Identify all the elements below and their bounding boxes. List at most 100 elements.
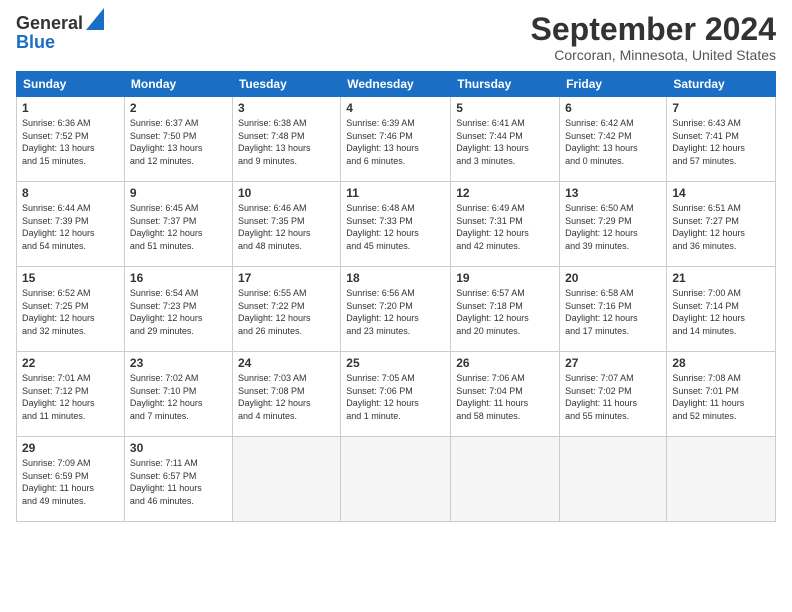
- calendar-cell: 30 Sunrise: 7:11 AM Sunset: 6:57 PM Dayli…: [124, 437, 232, 522]
- calendar-cell: 8Sunrise: 6:44 AM Sunset: 7:39 PM Daylig…: [17, 182, 125, 267]
- day-detail: Sunrise: 6:42 AM Sunset: 7:42 PM Dayligh…: [565, 117, 661, 167]
- day-detail: Sunrise: 6:49 AM Sunset: 7:31 PM Dayligh…: [456, 202, 554, 252]
- calendar-cell: 20 Sunrise: 6:58 AM Sunset: 7:16 PM Dayli…: [560, 267, 667, 352]
- col-saturday: Saturday: [667, 72, 776, 97]
- col-sunday: Sunday: [17, 72, 125, 97]
- day-detail: Sunrise: 6:50 AM Sunset: 7:29 PM Dayligh…: [565, 202, 661, 252]
- calendar-cell: 24 Sunrise: 7:03 AM Sunset: 7:08 PM Dayli…: [232, 352, 340, 437]
- day-detail: Sunrise: 7:01 AM Sunset: 7:12 PM Dayligh…: [22, 372, 119, 422]
- day-detail: Sunrise: 7:02 AM Sunset: 7:10 PM Dayligh…: [130, 372, 227, 422]
- calendar-cell: [451, 437, 560, 522]
- day-number: 30: [130, 441, 227, 455]
- calendar-cell: 7 Sunrise: 6:43 AM Sunset: 7:41 PM Daylig…: [667, 97, 776, 182]
- day-detail: Sunrise: 6:46 AM Sunset: 7:35 PM Dayligh…: [238, 202, 335, 252]
- day-number: 17: [238, 271, 335, 285]
- calendar-cell: 4Sunrise: 6:39 AM Sunset: 7:46 PM Daylig…: [341, 97, 451, 182]
- location: Corcoran, Minnesota, United States: [531, 47, 776, 63]
- logo-triangle-icon: [86, 8, 104, 30]
- calendar-header-row: Sunday Monday Tuesday Wednesday Thursday…: [17, 72, 776, 97]
- calendar-cell: 5 Sunrise: 6:41 AM Sunset: 7:44 PM Daylig…: [451, 97, 560, 182]
- day-detail: Sunrise: 6:57 AM Sunset: 7:18 PM Dayligh…: [456, 287, 554, 337]
- calendar-week-row-3: 15 Sunrise: 6:52 AM Sunset: 7:25 PM Dayli…: [17, 267, 776, 352]
- day-number: 20: [565, 271, 661, 285]
- day-detail: Sunrise: 7:11 AM Sunset: 6:57 PM Dayligh…: [130, 457, 227, 507]
- col-monday: Monday: [124, 72, 232, 97]
- day-detail: Sunrise: 6:37 AM Sunset: 7:50 PM Dayligh…: [130, 117, 227, 167]
- day-number: 12: [456, 186, 554, 200]
- col-friday: Friday: [560, 72, 667, 97]
- col-thursday: Thursday: [451, 72, 560, 97]
- day-detail: Sunrise: 7:07 AM Sunset: 7:02 PM Dayligh…: [565, 372, 661, 422]
- day-number: 24: [238, 356, 335, 370]
- logo-text-general: General: [16, 14, 83, 34]
- day-number: 1: [22, 101, 119, 115]
- day-detail: Sunrise: 7:03 AM Sunset: 7:08 PM Dayligh…: [238, 372, 335, 422]
- col-wednesday: Wednesday: [341, 72, 451, 97]
- calendar-week-row-2: 8Sunrise: 6:44 AM Sunset: 7:39 PM Daylig…: [17, 182, 776, 267]
- day-detail: Sunrise: 6:43 AM Sunset: 7:41 PM Dayligh…: [672, 117, 770, 167]
- day-detail: Sunrise: 6:36 AM Sunset: 7:52 PM Dayligh…: [22, 117, 119, 167]
- day-number: 19: [456, 271, 554, 285]
- calendar-cell: 21 Sunrise: 7:00 AM Sunset: 7:14 PM Dayli…: [667, 267, 776, 352]
- calendar-week-row-5: 29Sunrise: 7:09 AM Sunset: 6:59 PM Dayli…: [17, 437, 776, 522]
- day-detail: Sunrise: 6:45 AM Sunset: 7:37 PM Dayligh…: [130, 202, 227, 252]
- day-detail: Sunrise: 6:48 AM Sunset: 7:33 PM Dayligh…: [346, 202, 445, 252]
- day-detail: Sunrise: 6:52 AM Sunset: 7:25 PM Dayligh…: [22, 287, 119, 337]
- day-detail: Sunrise: 7:05 AM Sunset: 7:06 PM Dayligh…: [346, 372, 445, 422]
- calendar-cell: 14 Sunrise: 6:51 AM Sunset: 7:27 PM Dayli…: [667, 182, 776, 267]
- calendar-cell: [667, 437, 776, 522]
- month-title: September 2024: [531, 12, 776, 47]
- calendar-cell: [560, 437, 667, 522]
- calendar-cell: 11Sunrise: 6:48 AM Sunset: 7:33 PM Dayli…: [341, 182, 451, 267]
- day-detail: Sunrise: 6:55 AM Sunset: 7:22 PM Dayligh…: [238, 287, 335, 337]
- day-number: 28: [672, 356, 770, 370]
- calendar-cell: 15 Sunrise: 6:52 AM Sunset: 7:25 PM Dayli…: [17, 267, 125, 352]
- calendar-table: Sunday Monday Tuesday Wednesday Thursday…: [16, 71, 776, 522]
- day-detail: Sunrise: 6:56 AM Sunset: 7:20 PM Dayligh…: [346, 287, 445, 337]
- day-number: 5: [456, 101, 554, 115]
- day-number: 21: [672, 271, 770, 285]
- calendar-week-row-1: 1 Sunrise: 6:36 AM Sunset: 7:52 PM Daylig…: [17, 97, 776, 182]
- day-number: 15: [22, 271, 119, 285]
- calendar-cell: [341, 437, 451, 522]
- calendar-cell: 3Sunrise: 6:38 AM Sunset: 7:48 PM Daylig…: [232, 97, 340, 182]
- day-number: 2: [130, 101, 227, 115]
- day-number: 14: [672, 186, 770, 200]
- day-detail: Sunrise: 6:41 AM Sunset: 7:44 PM Dayligh…: [456, 117, 554, 167]
- day-number: 18: [346, 271, 445, 285]
- calendar-cell: 26Sunrise: 7:06 AM Sunset: 7:04 PM Dayli…: [451, 352, 560, 437]
- logo: General Blue: [16, 12, 104, 53]
- day-number: 29: [22, 441, 119, 455]
- day-number: 9: [130, 186, 227, 200]
- day-detail: Sunrise: 6:38 AM Sunset: 7:48 PM Dayligh…: [238, 117, 335, 167]
- main-container: General Blue September 2024 Corcoran, Mi…: [0, 0, 792, 612]
- calendar-cell: 10Sunrise: 6:46 AM Sunset: 7:35 PM Dayli…: [232, 182, 340, 267]
- day-number: 25: [346, 356, 445, 370]
- calendar-cell: 1 Sunrise: 6:36 AM Sunset: 7:52 PM Daylig…: [17, 97, 125, 182]
- calendar-cell: 18 Sunrise: 6:56 AM Sunset: 7:20 PM Dayli…: [341, 267, 451, 352]
- day-detail: Sunrise: 6:58 AM Sunset: 7:16 PM Dayligh…: [565, 287, 661, 337]
- calendar-cell: 29Sunrise: 7:09 AM Sunset: 6:59 PM Dayli…: [17, 437, 125, 522]
- day-number: 16: [130, 271, 227, 285]
- calendar-week-row-4: 22Sunrise: 7:01 AM Sunset: 7:12 PM Dayli…: [17, 352, 776, 437]
- day-detail: Sunrise: 6:51 AM Sunset: 7:27 PM Dayligh…: [672, 202, 770, 252]
- day-detail: Sunrise: 7:08 AM Sunset: 7:01 PM Dayligh…: [672, 372, 770, 422]
- day-number: 8: [22, 186, 119, 200]
- calendar-cell: 6 Sunrise: 6:42 AM Sunset: 7:42 PM Daylig…: [560, 97, 667, 182]
- day-number: 23: [130, 356, 227, 370]
- calendar-cell: 17 Sunrise: 6:55 AM Sunset: 7:22 PM Dayli…: [232, 267, 340, 352]
- col-tuesday: Tuesday: [232, 72, 340, 97]
- day-number: 27: [565, 356, 661, 370]
- header: General Blue September 2024 Corcoran, Mi…: [16, 12, 776, 63]
- calendar-cell: 28 Sunrise: 7:08 AM Sunset: 7:01 PM Dayli…: [667, 352, 776, 437]
- calendar-cell: 16Sunrise: 6:54 AM Sunset: 7:23 PM Dayli…: [124, 267, 232, 352]
- calendar-cell: 13Sunrise: 6:50 AM Sunset: 7:29 PM Dayli…: [560, 182, 667, 267]
- day-number: 7: [672, 101, 770, 115]
- day-detail: Sunrise: 7:00 AM Sunset: 7:14 PM Dayligh…: [672, 287, 770, 337]
- calendar-cell: 2 Sunrise: 6:37 AM Sunset: 7:50 PM Daylig…: [124, 97, 232, 182]
- calendar-cell: 25 Sunrise: 7:05 AM Sunset: 7:06 PM Dayli…: [341, 352, 451, 437]
- day-number: 6: [565, 101, 661, 115]
- day-number: 26: [456, 356, 554, 370]
- calendar-cell: 9 Sunrise: 6:45 AM Sunset: 7:37 PM Daylig…: [124, 182, 232, 267]
- day-detail: Sunrise: 6:39 AM Sunset: 7:46 PM Dayligh…: [346, 117, 445, 167]
